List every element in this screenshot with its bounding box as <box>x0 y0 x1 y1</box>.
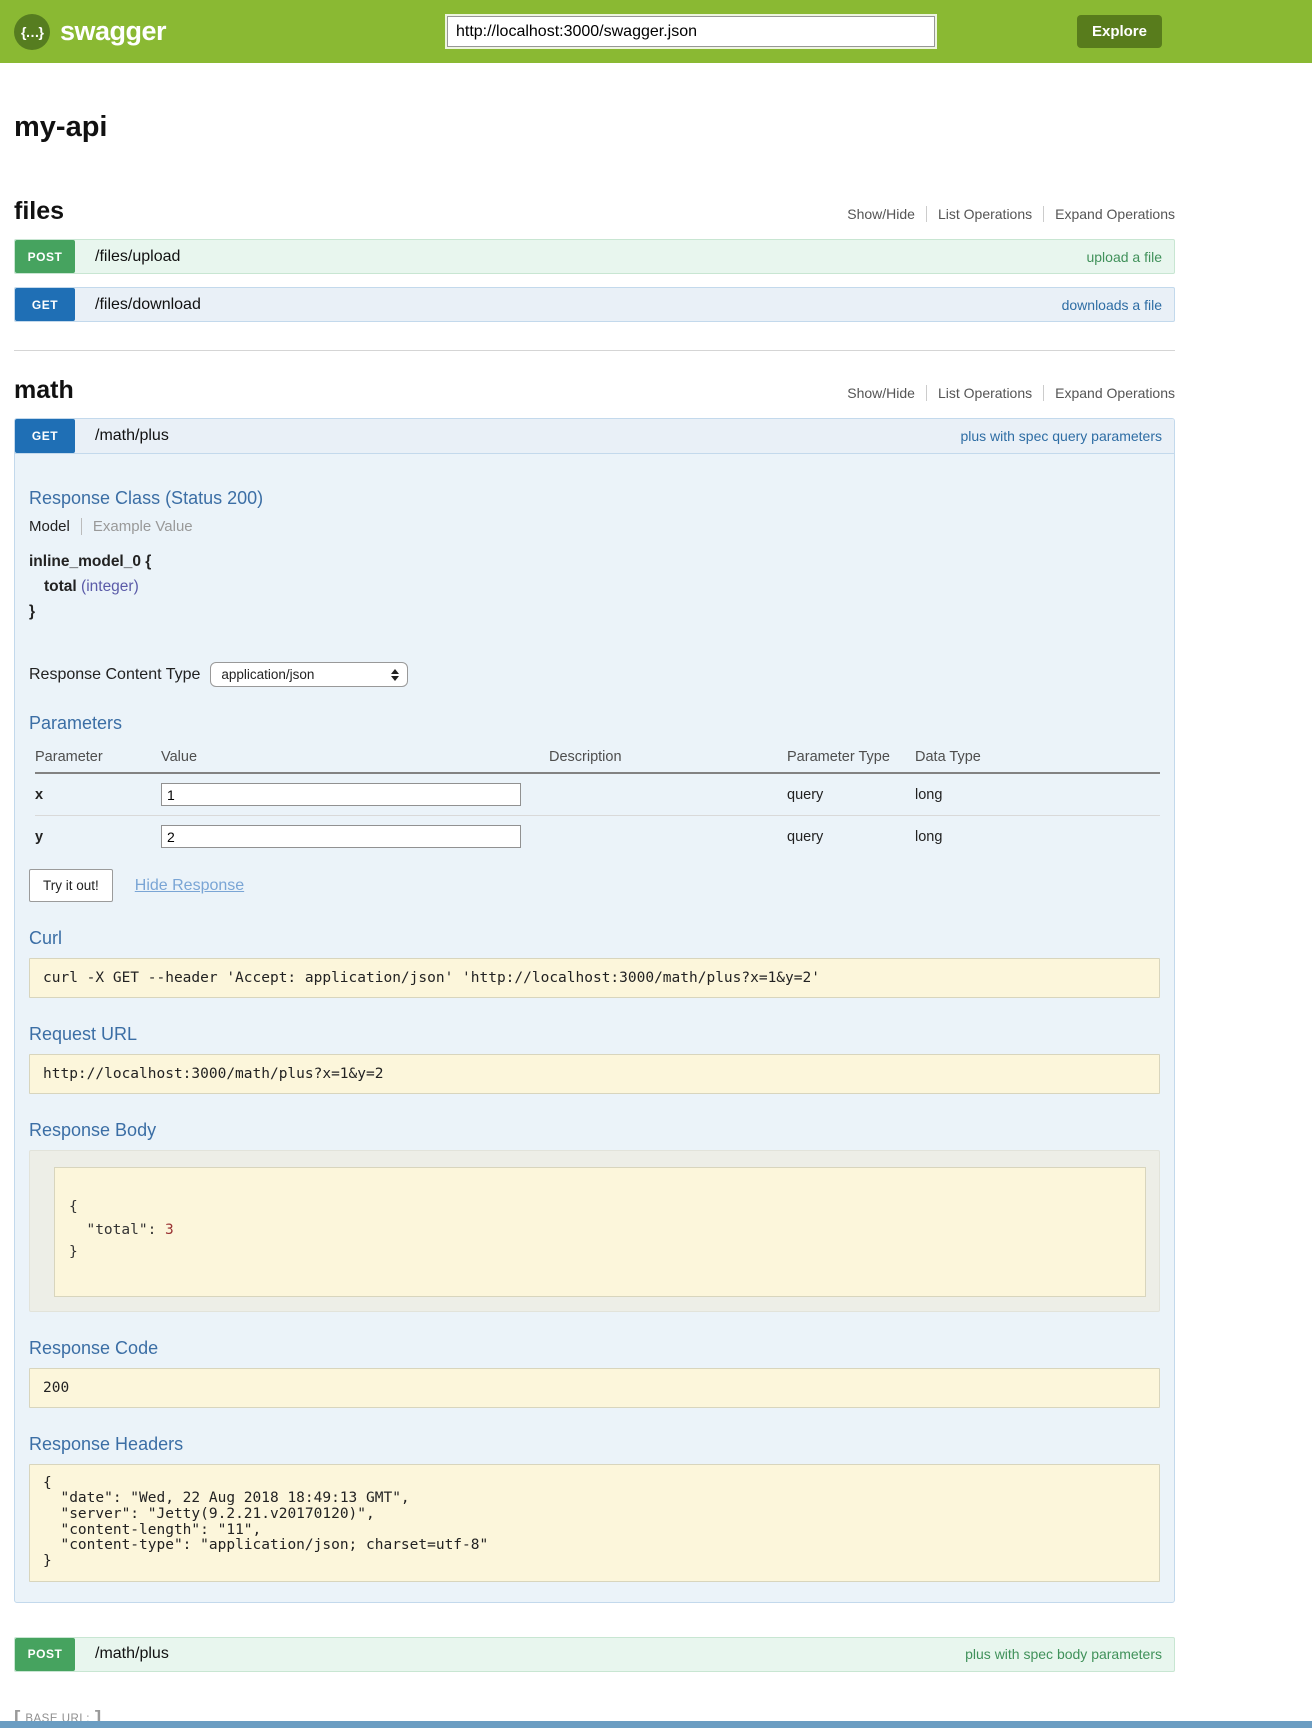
json-close-brace: } <box>69 1241 1131 1263</box>
model-property: total (integer) <box>44 574 1160 599</box>
op-summary[interactable]: plus with spec body parameters <box>965 1646 1162 1662</box>
tab-model[interactable]: Model <box>29 518 82 535</box>
col-parameter: Parameter <box>35 743 161 773</box>
method-badge-get[interactable]: GET <box>15 288 75 321</box>
parameters-header-row: Parameter Value Description Parameter Ty… <box>35 743 1160 773</box>
col-description: Description <box>549 743 787 773</box>
request-url-heading: Request URL <box>29 1024 1160 1045</box>
op-row-math-plus-post[interactable]: POST /math/plus plus with spec body para… <box>14 1637 1175 1672</box>
parameters-heading: Parameters <box>29 713 1160 734</box>
expand-operations-link[interactable]: Expand Operations <box>1043 206 1175 222</box>
method-badge-post[interactable]: POST <box>15 240 75 273</box>
hide-response-link[interactable]: Hide Response <box>135 877 244 895</box>
model-close-brace: } <box>29 599 1160 624</box>
param-name: y <box>35 816 161 858</box>
param-name: x <box>35 773 161 816</box>
json-total-line: "total": 3 <box>69 1219 1131 1241</box>
op-summary[interactable]: downloads a file <box>1062 297 1162 313</box>
response-body-container: { "total": 3} <box>29 1150 1160 1311</box>
json-colon: : <box>148 1222 165 1238</box>
section-title-math: math <box>14 376 74 405</box>
model-property-type: (integer) <box>81 578 139 595</box>
tab-example-value[interactable]: Example Value <box>82 518 193 535</box>
selected-content-type: application/json <box>221 667 314 682</box>
swagger-brand: {…} swagger <box>14 14 166 50</box>
page-title: my-api <box>14 111 1175 144</box>
method-badge-post[interactable]: POST <box>15 1638 75 1671</box>
param-data-type: long <box>915 773 1160 816</box>
show-hide-link[interactable]: Show/Hide <box>836 206 926 222</box>
request-url: http://localhost:3000/math/plus?x=1&y=2 <box>29 1054 1160 1094</box>
model-tabs: Model Example Value <box>29 518 1160 535</box>
section-header-files: files Show/HideList OperationsExpand Ope… <box>14 197 1175 226</box>
op-summary[interactable]: upload a file <box>1086 249 1162 265</box>
spec-url-input[interactable] <box>447 16 935 47</box>
section-title-files: files <box>14 197 64 226</box>
param-data-type: long <box>915 816 1160 858</box>
param-row-y: y query long <box>35 816 1160 858</box>
op-path[interactable]: /math/plus <box>95 1645 169 1663</box>
col-parameter-type: Parameter Type <box>787 743 915 773</box>
param-x-input[interactable] <box>161 783 521 806</box>
col-data-type: Data Type <box>915 743 1160 773</box>
json-open-brace: { <box>69 1196 1131 1218</box>
response-content-type-label: Response Content Type <box>29 666 200 684</box>
response-class-heading: Response Class (Status 200) <box>29 488 1160 509</box>
param-y-input[interactable] <box>161 825 521 848</box>
response-body-json: { "total": 3} <box>54 1167 1146 1296</box>
response-content-type-row: Response Content Type application/json <box>29 662 1160 687</box>
parameters-table: Parameter Value Description Parameter Ty… <box>35 743 1160 857</box>
op-row-files-download[interactable]: GET /files/download downloads a file <box>14 287 1175 322</box>
response-headers: { "date": "Wed, 22 Aug 2018 18:49:13 GMT… <box>29 1464 1160 1582</box>
curl-heading: Curl <box>29 928 1160 949</box>
param-description <box>549 773 787 816</box>
list-operations-link[interactable]: List Operations <box>926 385 1043 401</box>
op-row-files-upload[interactable]: POST /files/upload upload a file <box>14 239 1175 274</box>
op-path[interactable]: /files/upload <box>95 248 180 266</box>
try-it-out-button[interactable]: Try it out! <box>29 869 113 902</box>
expand-operations-link[interactable]: Expand Operations <box>1043 385 1175 401</box>
col-value: Value <box>161 743 549 773</box>
explore-button[interactable]: Explore <box>1077 15 1162 48</box>
try-it-out-row: Try it out! Hide Response <box>29 869 1160 902</box>
operation-panel-math-plus-get: GET /math/plus plus with spec query para… <box>14 418 1175 1603</box>
show-hide-link[interactable]: Show/Hide <box>836 385 926 401</box>
param-type: query <box>787 773 915 816</box>
model-property-name: total <box>44 578 77 595</box>
section-controls: Show/HideList OperationsExpand Operation… <box>836 385 1175 401</box>
response-body-heading: Response Body <box>29 1120 1160 1141</box>
op-summary[interactable]: plus with spec query parameters <box>960 428 1162 444</box>
swagger-logo-icon: {…} <box>14 14 50 50</box>
curl-command: curl -X GET --header 'Accept: applicatio… <box>29 958 1160 998</box>
json-key: "total" <box>86 1222 147 1238</box>
select-arrows-icon <box>391 669 399 681</box>
op-row-math-plus-get[interactable]: GET /math/plus plus with spec query para… <box>15 419 1174 454</box>
main-content: my-api files Show/HideList OperationsExp… <box>14 111 1175 1730</box>
response-headers-heading: Response Headers <box>29 1434 1160 1455</box>
section-controls: Show/HideList OperationsExpand Operation… <box>836 206 1175 222</box>
response-code: 200 <box>29 1368 1160 1408</box>
model-signature: inline_model_0 { total (integer) } <box>29 549 1160 624</box>
method-badge-get[interactable]: GET <box>15 419 75 453</box>
json-value: 3 <box>165 1222 174 1238</box>
brand-title: swagger <box>60 16 166 47</box>
param-description <box>549 816 787 858</box>
logo-glyph: {…} <box>21 24 43 40</box>
op-path[interactable]: /math/plus <box>95 427 169 445</box>
param-row-x: x query long <box>35 773 1160 816</box>
section-header-math: math Show/HideList OperationsExpand Oper… <box>14 376 1175 405</box>
response-code-heading: Response Code <box>29 1338 1160 1359</box>
list-operations-link[interactable]: List Operations <box>926 206 1043 222</box>
op-path[interactable]: /files/download <box>95 296 201 314</box>
top-bar: {…} swagger Explore <box>0 0 1312 63</box>
response-content-type-select[interactable]: application/json <box>210 662 408 687</box>
param-type: query <box>787 816 915 858</box>
section-divider <box>14 350 1175 351</box>
model-open-brace: inline_model_0 { <box>29 549 1160 574</box>
operation-detail: Response Class (Status 200) Model Exampl… <box>15 454 1174 1602</box>
footer-bar <box>0 1721 1312 1728</box>
